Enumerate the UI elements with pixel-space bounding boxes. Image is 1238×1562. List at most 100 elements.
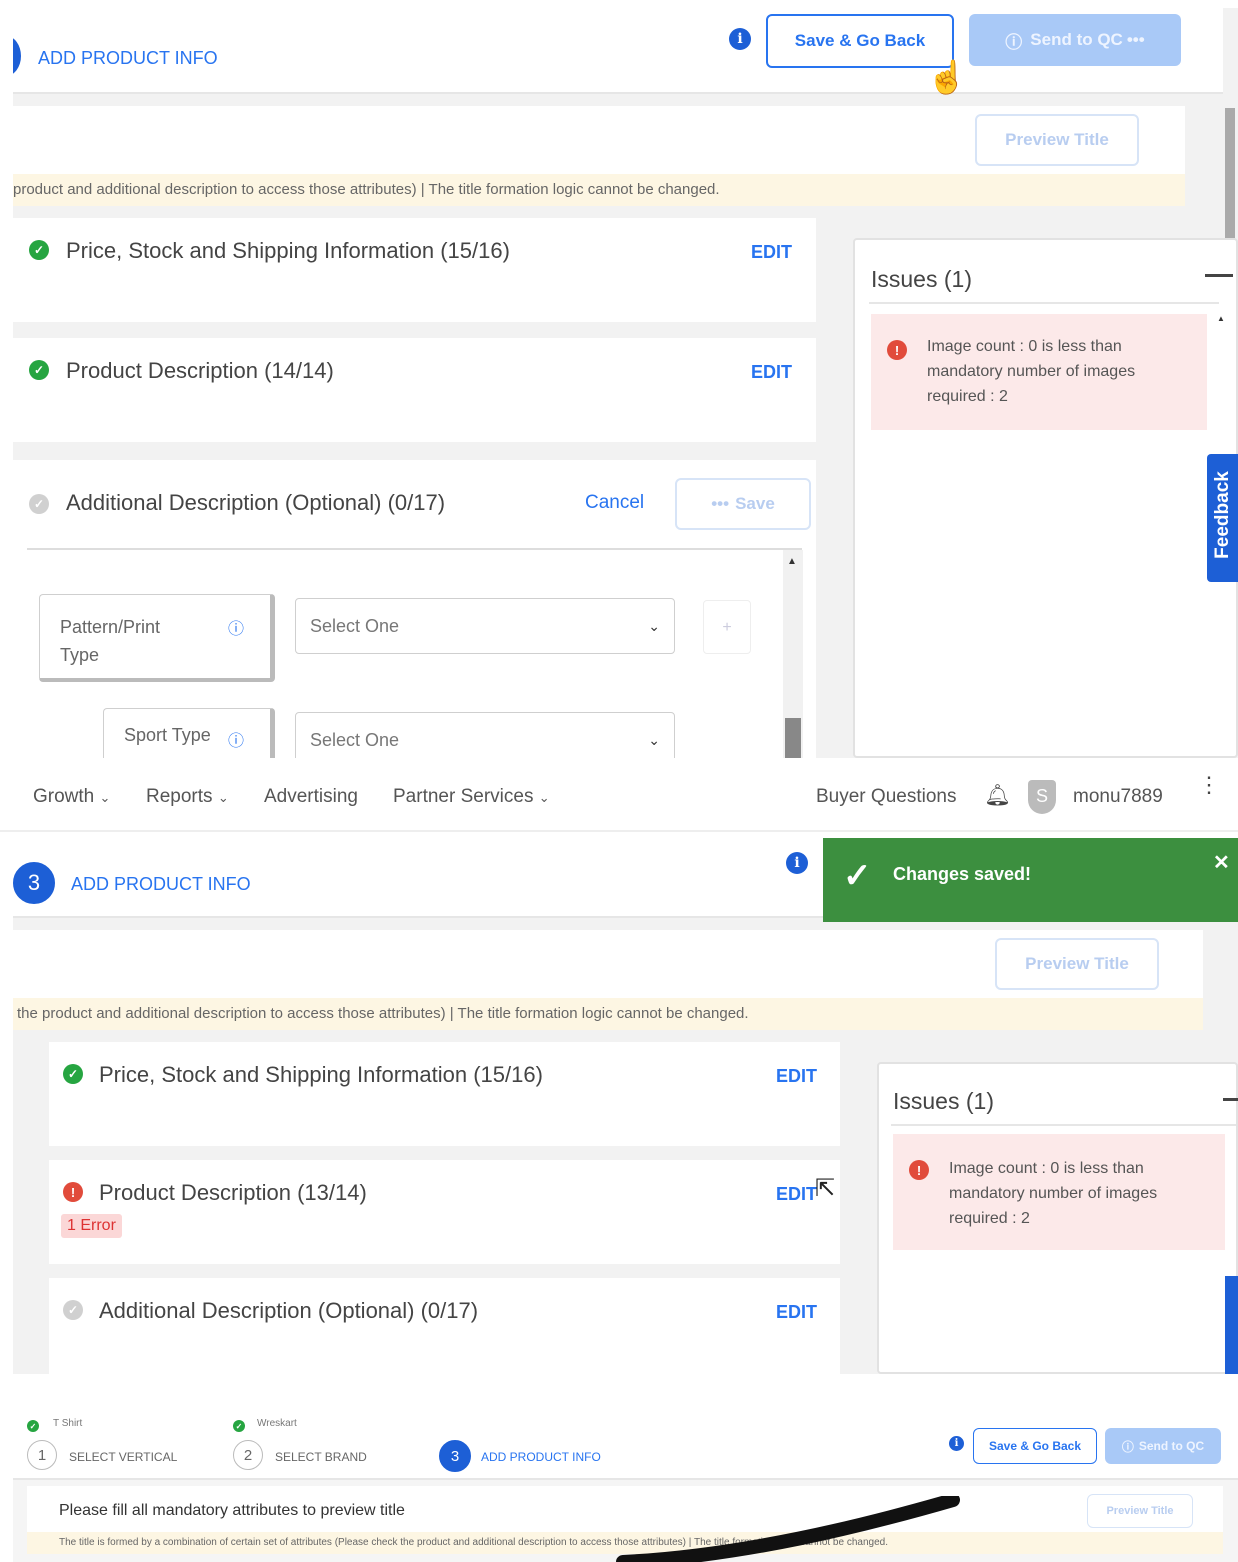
error-badge: 1 Error [61,1214,122,1238]
username[interactable]: monu7889 [1073,786,1163,808]
pattern-print-type-select[interactable]: Select One ⌄ [295,598,675,654]
help-icon: ⓘ [1005,32,1023,52]
issues-panel: Issues (1) ! Image count : 0 is less tha… [853,238,1238,758]
pointer-cursor-icon: ⇱ [815,1175,836,1202]
feedback-tab[interactable]: Feedback [1207,454,1238,582]
avatar[interactable]: S [1028,780,1056,814]
preview-title-button[interactable]: Preview Title [995,938,1159,990]
chevron-down-icon: ⌄ [648,617,660,634]
scroll-up-icon[interactable]: ▲ [1217,314,1225,323]
header-title: ADD PRODUCT INFO [38,48,218,68]
close-icon[interactable]: ✕ [1213,850,1230,875]
edit-button[interactable]: EDIT [751,242,792,263]
step-done-value: Wreskart [257,1418,297,1429]
section-additional-description: ✓ Additional Description (Optional) (0/1… [49,1278,840,1374]
save-go-back-button[interactable]: Save & Go Back [766,14,954,68]
title-info-banner: product and additional description to ac… [13,174,1185,206]
issues-panel: Issues (1) ! Image count : 0 is less tha… [877,1062,1238,1374]
cancel-button[interactable]: Cancel [585,492,644,514]
info-icon[interactable]: i [786,852,808,874]
panel-after-save: 3 ADD PRODUCT INFO i ✓ Changes saved! ✕ … [13,832,1238,1374]
help-icon: ⓘ [228,733,245,750]
chevron-down-icon: ⌄ [217,790,229,805]
panel-before-save: ADD PRODUCT INFO i Save & Go Back ☝ ⓘ Sen… [13,8,1238,758]
scroll-up-icon[interactable]: ▲ [787,556,797,567]
section-title: Additional Description (Optional) (0/17) [66,490,446,515]
toast-message: Changes saved! [893,864,1032,884]
check-icon: ✓ [63,1300,83,1320]
attribute-label-sport: Sport Type ⓘ [103,708,275,758]
check-icon: ✓ [843,857,872,895]
send-to-qc-button[interactable]: ⓘ Send to QC ••• [969,14,1181,66]
preview-title-button[interactable]: Preview Title [975,114,1139,166]
section-title: Product Description (14/14) [66,358,334,383]
section-title: Price, Stock and Shipping Information (1… [99,1062,543,1087]
send-to-qc-button[interactable]: ⓘ Send to QC [1105,1428,1221,1464]
check-icon: ✓ [29,240,49,260]
step-done-value: T Shirt [53,1418,83,1429]
section-product-description: ! Product Description (13/14) 1 Error ED… [49,1160,840,1264]
loading-dots-icon: ••• [711,494,730,513]
edit-button[interactable]: EDIT [776,1184,817,1205]
nav-partner-services[interactable]: Partner Services ⌄ [393,786,550,808]
issue-item: ! Image count : 0 is less than mandatory… [893,1134,1225,1250]
hand-cursor-icon: ☝ [927,59,967,95]
edit-button[interactable]: EDIT [776,1066,817,1087]
step-3-label: ADD PRODUCT INFO [481,1450,601,1464]
step-2-circle[interactable]: 2 [233,1440,263,1470]
top-nav: Growth ⌄ Reports ⌄ Advertising Partner S… [0,766,1238,832]
collapse-icon[interactable] [1223,1098,1238,1101]
edit-button[interactable]: EDIT [751,362,792,383]
toast-success: ✓ Changes saved! ✕ [823,838,1238,922]
section-price-stock: ✓ Price, Stock and Shipping Information … [13,218,816,322]
help-icon: ⓘ [1121,1439,1134,1454]
check-icon: ✓ [233,1420,245,1432]
check-icon: ✓ [63,1064,83,1084]
issue-item: ! Image count : 0 is less than mandatory… [871,314,1207,430]
section-title: Price, Stock and Shipping Information (1… [66,238,510,263]
page-scrollbar[interactable] [1225,108,1235,238]
bell-icon[interactable]: 🔔︎ [984,784,1011,808]
chevron-down-icon: ⌄ [538,790,550,805]
scrollbar-thumb[interactable] [785,718,801,758]
issues-title: Issues (1) [871,266,972,292]
error-icon: ! [887,340,907,360]
issue-text: Image count : 0 is less than mandatory n… [949,1160,1158,1227]
section-additional-description: ✓ Additional Description (Optional) (0/1… [13,460,816,758]
edit-button[interactable]: EDIT [776,1302,817,1323]
nav-advertising[interactable]: Advertising [264,786,358,808]
feedback-tab[interactable] [1225,1276,1238,1374]
info-icon[interactable]: i [949,1436,964,1451]
annotation-stroke [616,1496,960,1562]
issue-text: Image count : 0 is less than mandatory n… [927,338,1136,405]
step-2-label[interactable]: SELECT BRAND [275,1450,367,1464]
check-icon: ✓ [29,360,49,380]
error-icon: ! [909,1160,929,1180]
sport-type-select[interactable]: Select One ⌄ [295,712,675,758]
fill-mandatory-message: Please fill all mandatory attributes to … [59,1502,405,1519]
step-1-label[interactable]: SELECT VERTICAL [69,1450,177,1464]
info-icon[interactable]: i [729,28,751,50]
chevron-down-icon: ⌄ [648,731,660,748]
section-price-stock: ✓ Price, Stock and Shipping Information … [49,1042,840,1146]
add-button[interactable]: + [703,600,751,654]
step-circle: 3 [13,862,55,904]
page-header: ADD PRODUCT INFO i Save & Go Back ☝ ⓘ Sen… [13,8,1223,95]
header-title: ADD PRODUCT INFO [71,874,251,894]
issues-divider [869,302,1219,304]
step-3-circle: 3 [439,1440,471,1472]
step-1-circle[interactable]: 1 [27,1440,57,1470]
save-go-back-button[interactable]: Save & Go Back [973,1428,1097,1464]
nav-buyer-questions[interactable]: Buyer Questions [816,786,956,808]
section-title: Additional Description (Optional) (0/17) [99,1298,479,1323]
nav-growth[interactable]: Growth ⌄ [33,786,110,808]
preview-title-button[interactable]: Preview Title [1087,1494,1193,1528]
collapse-icon[interactable] [1205,274,1233,277]
issues-divider [891,1124,1236,1126]
save-button[interactable]: ••• Save [675,478,811,530]
check-icon: ✓ [29,494,49,514]
more-icon[interactable]: ⋮ [1198,774,1220,796]
nav-reports[interactable]: Reports ⌄ [146,786,229,808]
help-icon: ⓘ [228,621,245,638]
error-icon: ! [63,1182,83,1202]
